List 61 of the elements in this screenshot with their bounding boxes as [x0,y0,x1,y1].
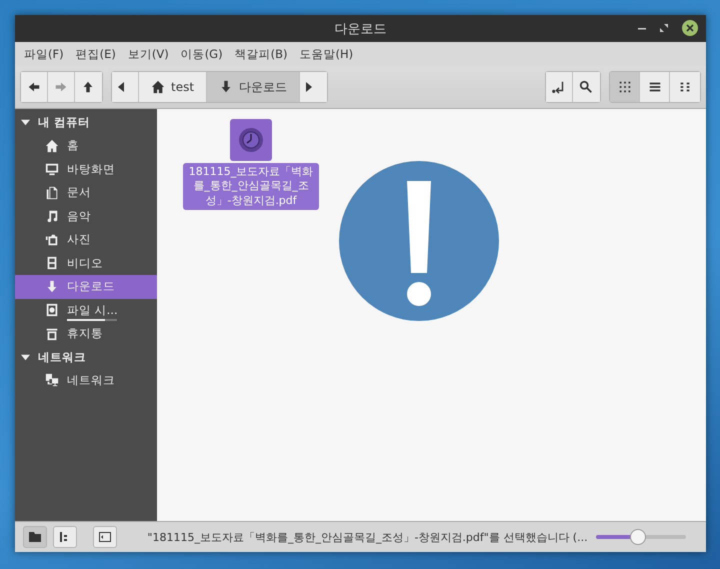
folder-icon [29,532,41,542]
sidebar-toggle-button[interactable] [93,526,117,548]
monitor-icon [45,162,59,176]
left-triangle-icon [118,82,124,92]
path-left-button[interactable] [112,72,139,102]
menu-item[interactable]: 책갈피(B) [228,46,294,62]
places-button[interactable] [23,526,47,548]
close-icon [686,24,694,32]
sidebar-item[interactable]: 비디오 [15,252,157,275]
trash-icon [45,326,59,341]
close-button[interactable] [682,20,698,36]
file-name[interactable]: 181115_보도자료「벽화를_통한_안심골목길_조성」-창원지검.pdf [183,163,319,210]
menu-item[interactable]: 편집(E) [70,46,122,62]
menu-item[interactable]: 파일(F) [18,46,70,62]
forward-arrow-icon [54,80,68,94]
sidebar-item[interactable]: 네트워크 [15,368,157,392]
document-icon [45,186,59,200]
sidebar-section[interactable]: 내 컴퓨터 [15,111,157,134]
exclamation-icon [339,161,499,321]
maximize-button[interactable] [660,24,668,32]
sidebar-item[interactable]: 바탕화면 [15,158,157,181]
search-icon [579,80,593,94]
location-toggle-button[interactable] [546,72,573,102]
home-icon [45,138,59,153]
sidebar-section[interactable]: 네트워크 [15,346,157,368]
menu-item[interactable]: 도움말(H) [293,46,360,62]
sidebar-item[interactable]: 음악 [15,204,157,228]
zoom-slider[interactable] [596,528,686,546]
home-icon [151,80,165,94]
file-icon[interactable] [230,119,272,161]
expander-icon [21,352,30,362]
camera-icon [45,232,59,247]
sidebar-item[interactable]: 파일 시... [15,298,157,322]
window-title: 다운로드 [334,20,386,38]
sidebar-item[interactable]: 휴지통 [15,322,157,346]
expander-icon [21,118,30,127]
list-icon [648,80,662,94]
maximize-icon [660,24,668,32]
down-arrow-icon [45,280,59,294]
grid-icon [618,80,632,94]
sidebar-panel-icon [99,532,111,542]
return-arrow-icon [552,80,566,94]
sidebar-item[interactable]: 홈 [15,134,157,158]
right-triangle-icon [306,82,312,92]
menu-item[interactable]: 이동(G) [174,46,229,62]
tree-button[interactable] [53,526,77,548]
sidebar-item[interactable]: 사진 [15,228,157,252]
film-icon [45,256,59,270]
menu-item[interactable]: 보기(V) [122,46,175,62]
up-arrow-icon [81,80,95,94]
back-arrow-icon [27,80,41,94]
sidebar-item[interactable]: 문서 [15,181,157,204]
status-text: "181115_보도자료「벽화를_통한_안심골목길_조성」-창원지검.pdf"를 선택했습니다 (... [146,530,589,544]
usage-bar [67,318,117,321]
clock-icon [238,127,264,153]
nav-button[interactable] [21,72,48,102]
music-note-icon [45,209,59,224]
path-button[interactable]: 다운로드 [207,72,300,102]
compact-list-icon [678,80,692,94]
network-icon [45,373,59,388]
sidebar-item[interactable]: 다운로드 [15,275,157,298]
